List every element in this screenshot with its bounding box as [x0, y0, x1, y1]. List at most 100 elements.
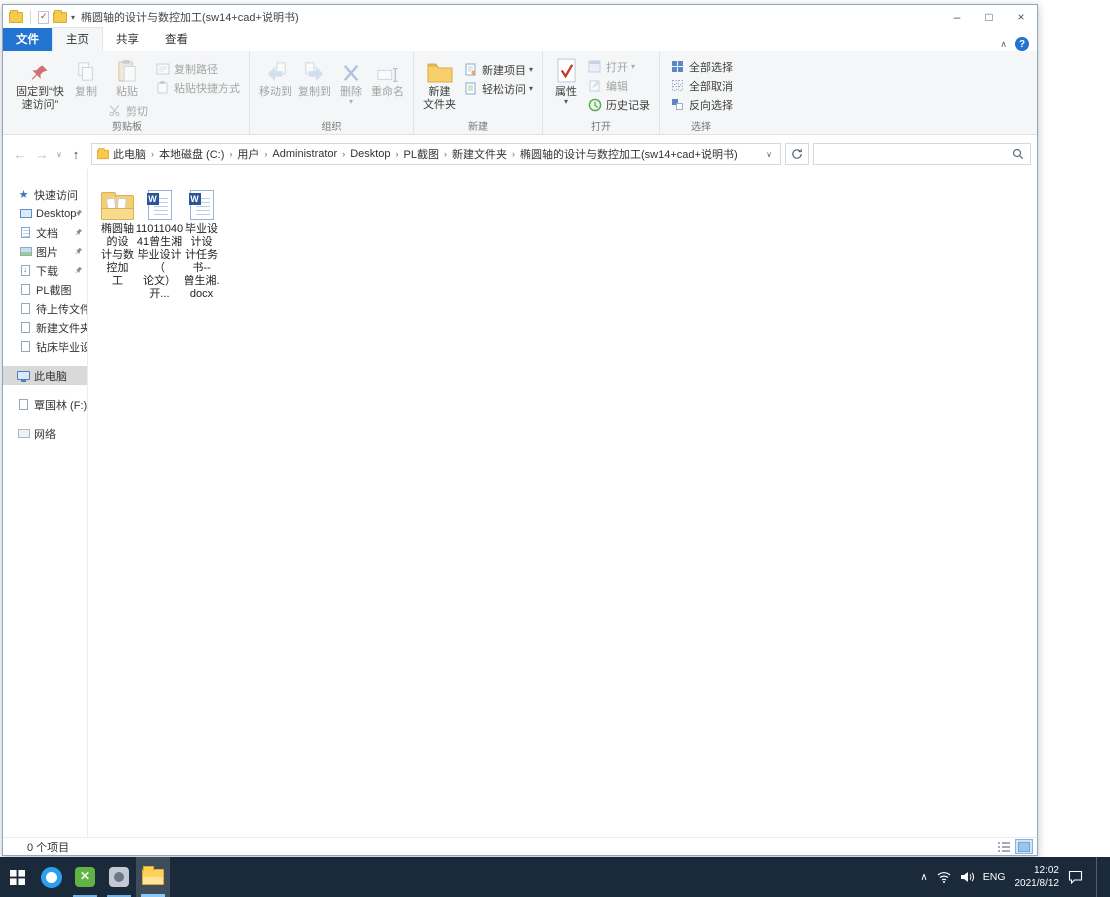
open-group-label: 打开	[591, 122, 612, 133]
delete-button[interactable]: 删除 ▾	[334, 55, 368, 107]
breadcrumb-pl-screenshot[interactable]: PL截图	[401, 146, 442, 162]
tab-file[interactable]: 文件	[3, 28, 52, 51]
taskbar-file-explorer-button[interactable]	[136, 857, 170, 897]
paste-label: 粘贴	[116, 86, 138, 98]
sidebar-item-this-pc[interactable]: 此电脑	[3, 366, 87, 385]
copy-to-button[interactable]: 复制到	[295, 55, 334, 101]
show-desktop-button[interactable]	[1096, 857, 1100, 897]
copy-label: 复制	[75, 86, 97, 98]
search-input[interactable]	[820, 148, 1012, 160]
ribbon-group-new: 新建 文件夹 新建项目 ▾ 轻松访问 ▾ 新建	[414, 51, 544, 134]
sidebar-item-pending-upload[interactable]: 待上传文件	[3, 299, 87, 318]
history-button[interactable]: 历史记录	[583, 95, 653, 114]
edit-button[interactable]: 编辑	[583, 76, 653, 95]
move-to-button[interactable]: 移动到	[256, 55, 295, 101]
breadcrumb-separator: ›	[264, 149, 268, 159]
sidebar-item-quick-access[interactable]: ★ 快速访问	[3, 185, 87, 204]
taskbar-green-app-button[interactable]	[68, 857, 102, 897]
breadcrumb-desktop[interactable]: Desktop	[347, 148, 393, 160]
volume-icon[interactable]	[960, 871, 974, 883]
up-icon[interactable]: ↑	[65, 147, 87, 162]
customize-qat-chevron-icon[interactable]: ▾	[71, 13, 75, 22]
address-dropdown-chevron-icon[interactable]: ∨	[762, 150, 776, 159]
file-item-word-doc-1[interactable]: W 11011040 41曾生湘 毕业设计（ 论文）开...	[136, 179, 183, 301]
easy-access-button[interactable]: 轻松访问 ▾	[459, 79, 536, 98]
action-center-icon[interactable]	[1068, 870, 1083, 884]
tab-home[interactable]: 主页	[52, 27, 103, 51]
new-folder-button[interactable]: 新建 文件夹	[420, 55, 459, 114]
paste-button[interactable]: 粘贴	[103, 55, 151, 101]
rename-label: 重命名	[371, 86, 404, 98]
sidebar-item-desktop[interactable]: Desktop	[3, 204, 87, 223]
file-item-folder[interactable]: 椭圆轴的设 计与数控加 工	[97, 179, 138, 288]
search-box[interactable]	[813, 143, 1031, 165]
breadcrumb-separator: ›	[512, 149, 516, 159]
new-folder-qat-icon[interactable]	[53, 9, 67, 23]
sidebar-item-downloads[interactable]: 下载	[3, 261, 87, 280]
refresh-button[interactable]	[785, 143, 809, 165]
open-button[interactable]: 打开 ▾	[583, 57, 653, 76]
select-all-button[interactable]: 全部选择	[666, 57, 736, 76]
file-label: 椭圆轴的设 计与数控加 工	[101, 223, 134, 287]
tab-view[interactable]: 查看	[152, 28, 201, 51]
sidebar-item-documents[interactable]: 文档	[3, 223, 87, 242]
ribbon-group-open: 属性 ▾ 打开 ▾ 编辑 历史记录 打开	[543, 51, 661, 134]
edit-label: 编辑	[606, 80, 629, 93]
address-bar-row: ← → ∨ ↑ 此电脑 › 本地磁盘 (C:) › 用户 › Administr…	[3, 141, 1037, 167]
sidebar-item-drive-f[interactable]: 覃国林 (F:)	[3, 395, 87, 414]
breadcrumb-local-disk-c[interactable]: 本地磁盘 (C:)	[156, 146, 227, 162]
properties-icon	[556, 57, 576, 83]
wifi-icon[interactable]	[937, 871, 951, 883]
close-button[interactable]: ×	[1005, 5, 1037, 29]
breadcrumb-this-pc[interactable]: 此电脑	[110, 146, 149, 162]
sidebar-item-label: Desktop	[36, 207, 77, 220]
clock[interactable]: 12:02 2021/8/12	[1015, 864, 1060, 890]
copy-button[interactable]: 复制	[69, 55, 103, 101]
new-item-button[interactable]: 新建项目 ▾	[459, 60, 536, 79]
properties-button[interactable]: 属性 ▾	[549, 55, 583, 107]
back-icon[interactable]: ←	[9, 147, 31, 162]
minimize-button[interactable]: –	[941, 5, 973, 29]
tab-share[interactable]: 共享	[103, 28, 152, 51]
forward-icon[interactable]: →	[31, 147, 53, 162]
recent-locations-chevron-icon[interactable]: ∨	[53, 150, 65, 159]
language-indicator[interactable]: ENG	[983, 871, 1006, 883]
help-icon[interactable]: ?	[1015, 37, 1029, 51]
sidebar-item-network[interactable]: 网络	[3, 424, 87, 443]
breadcrumb-users[interactable]: 用户	[234, 146, 262, 162]
start-button[interactable]	[0, 857, 34, 897]
invert-selection-icon	[669, 97, 686, 112]
rename-button[interactable]: 重命名	[368, 55, 407, 101]
breadcrumb-new-folder[interactable]: 新建文件夹	[449, 146, 510, 162]
select-none-button[interactable]: 全部取消	[666, 76, 736, 95]
collapse-ribbon-icon[interactable]: ∧	[1000, 39, 1007, 50]
restore-button[interactable]: □	[973, 5, 1005, 29]
open-label: 打开	[606, 61, 629, 74]
taskbar-browser-button[interactable]	[34, 857, 68, 897]
breadcrumb-separator: ›	[395, 149, 399, 159]
sidebar-item-pl-screenshot[interactable]: PL截图	[3, 280, 87, 299]
sidebar-item-label: 下载	[36, 265, 58, 278]
sidebar-item-drill-design[interactable]: 钻床毕业设计	[3, 337, 87, 356]
edit-icon	[586, 78, 603, 93]
easy-access-label: 轻松访问	[482, 83, 526, 96]
copy-path-button[interactable]: 复制路径	[151, 59, 243, 78]
sidebar-item-new-folder[interactable]: 新建文件夹	[3, 318, 87, 337]
file-item-word-doc-2[interactable]: W 毕业设计设 计任务书-- 曾生湘. docx	[181, 179, 222, 301]
paste-shortcut-button[interactable]: 粘贴快捷方式	[151, 78, 243, 97]
invert-selection-button[interactable]: 反向选择	[666, 95, 736, 114]
thumbnail-view-icon[interactable]	[1015, 839, 1033, 854]
select-all-label: 全部选择	[689, 61, 734, 74]
details-view-icon[interactable]	[995, 839, 1013, 854]
pin-to-quick-access-button[interactable]: 固定到“快速访问”	[11, 55, 69, 114]
breadcrumb-current-folder[interactable]: 椭圆轴的设计与数控加工(sw14+cad+说明书)	[517, 146, 741, 162]
properties-qat-icon[interactable]	[38, 10, 49, 24]
sidebar-item-pictures[interactable]: 图片	[3, 242, 87, 261]
windows-logo-icon	[9, 869, 25, 885]
gray-app-icon	[109, 867, 129, 887]
address-bar[interactable]: 此电脑 › 本地磁盘 (C:) › 用户 › Administrator › D…	[91, 143, 781, 165]
breadcrumb-administrator[interactable]: Administrator	[269, 148, 340, 160]
taskbar-gray-app-button[interactable]	[102, 857, 136, 897]
tray-expand-chevron-icon[interactable]: ∧	[920, 872, 927, 883]
